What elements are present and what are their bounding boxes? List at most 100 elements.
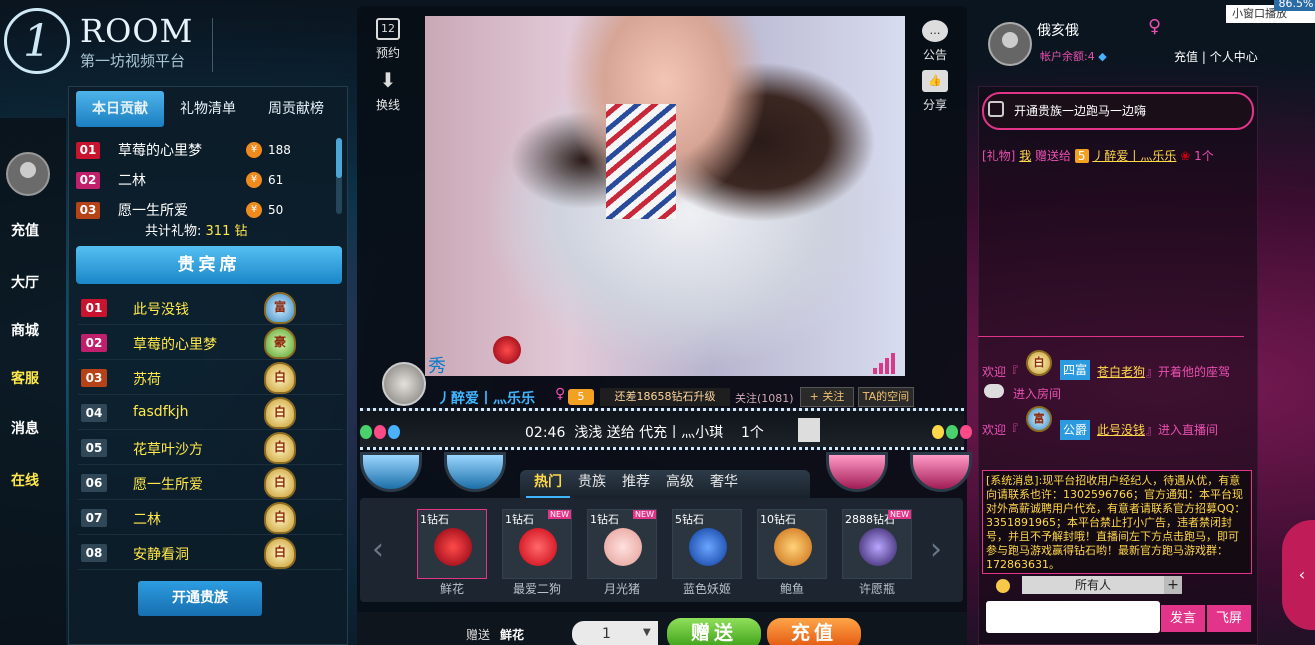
gift-tab-advanced[interactable]: 高级	[658, 470, 702, 498]
brand-logo[interactable]: 1 ROOM 第一坊视频平台	[0, 0, 220, 85]
vip-number: 06	[81, 474, 107, 492]
recharge-button[interactable]: 充值	[767, 618, 861, 645]
balance-text: 帐户余额:4	[1040, 50, 1095, 63]
thumbs-up-icon: 👍	[922, 70, 948, 92]
gift-item[interactable]: 1钻石 NEW	[502, 509, 572, 579]
gift-tab-recommend[interactable]: 推荐	[614, 470, 658, 498]
book-button[interactable]: 12 预约	[368, 18, 408, 61]
personal-center-link[interactable]: 个人中心	[1210, 50, 1258, 64]
nav-lobby[interactable]: 大厅	[0, 272, 50, 292]
vip-number: 03	[81, 369, 107, 387]
host-avatar[interactable]	[382, 362, 426, 406]
chevron-left-icon[interactable]: ‹	[372, 532, 384, 567]
gift-tabs: 热门 贵族 推荐 高级 奢华	[520, 470, 810, 498]
tab-gift-list[interactable]: 礼物清单	[164, 91, 252, 127]
ranking-tabs: 本日贡献 礼物清单 周贡献榜	[76, 91, 340, 127]
user-links: 充值 | 个人中心	[1174, 50, 1258, 64]
rose-icon	[434, 528, 472, 566]
system-message: [系统消息]:现平台招收用户经纪人，待遇从优，有意向请联系也许：13025967…	[982, 470, 1252, 574]
gift-item[interactable]: 10钻石	[757, 509, 827, 579]
chat-verb: 赠送给	[1035, 149, 1072, 163]
zoom-level: 86.5%	[1274, 0, 1315, 11]
switch-line-button[interactable]: ⬇ 换线	[368, 70, 408, 113]
notice-button[interactable]: … 公告	[915, 20, 955, 63]
ta-space-button[interactable]: TA的空间	[858, 387, 914, 407]
video-scarf	[606, 104, 676, 219]
gift-item[interactable]: 1钻石 NEW	[587, 509, 657, 579]
abalone-icon	[774, 528, 812, 566]
chat-receiver[interactable]: 丿醉爱丨灬乐乐	[1092, 149, 1176, 163]
add-target-button[interactable]: +	[1164, 576, 1182, 594]
gift-item[interactable]: 2888钻石 NEW	[842, 509, 912, 579]
pig-icon	[604, 528, 642, 566]
vip-row[interactable]: 04 fasdfkjh 白	[78, 395, 343, 430]
gift-item[interactable]: 5钻石	[672, 509, 742, 579]
chat-input[interactable]	[986, 601, 1160, 633]
nav-recharge[interactable]: 充值	[0, 220, 50, 240]
my-avatar[interactable]	[988, 22, 1032, 66]
rank-number: 02	[76, 172, 100, 189]
arrow-down-icon: ⬇	[379, 68, 397, 92]
host-name[interactable]: 丿醉爱丨灬乐乐	[437, 388, 535, 408]
heart-icon	[519, 528, 557, 566]
nav-online[interactable]: 在线	[0, 470, 50, 490]
rank-name: 愿一生所爱	[118, 203, 188, 219]
vip-name: fasdfkjh	[133, 404, 189, 420]
vip-row[interactable]: 07 二林 白	[78, 500, 343, 535]
gift-tab-hot[interactable]: 热门	[526, 470, 570, 498]
rank-row[interactable]: 01 草莓的心里梦 ¥ 188	[76, 138, 336, 168]
emoji-icon[interactable]	[996, 579, 1010, 593]
welcome-user[interactable]: 苍白老狗	[1097, 364, 1145, 380]
rank-name: 草莓的心里梦	[118, 143, 202, 159]
vip-row[interactable]: 06 愿一生所爱 白	[78, 465, 343, 500]
rank-number: 03	[76, 202, 100, 219]
notice-label: 公告	[922, 48, 947, 62]
gift-item[interactable]: 1钻石	[417, 509, 487, 579]
vip-row[interactable]: 05 花草叶沙方 白	[78, 430, 343, 465]
speech-bubble-icon: …	[922, 20, 948, 42]
tab-week-contribution[interactable]: 周贡献榜	[252, 91, 340, 127]
brand-title: ROOM	[80, 12, 194, 50]
rank-chip: 四富	[1060, 360, 1090, 380]
vip-row[interactable]: 02 草莓的心里梦 豪	[78, 325, 343, 360]
coin-icon: ¥	[246, 172, 262, 188]
xiu-label: 秀	[428, 356, 446, 377]
welcome-line2: 进入房间	[1013, 387, 1062, 401]
gift-tab-noble[interactable]: 贵族	[570, 470, 614, 498]
chat-sender[interactable]: 我	[1019, 149, 1031, 163]
follow-button[interactable]: + 关注	[800, 387, 854, 407]
new-badge: NEW	[548, 510, 571, 519]
vip-name: 二林	[133, 512, 161, 528]
nav-mall[interactable]: 商城	[0, 320, 50, 340]
vip-row[interactable]: 01 此号没钱 富	[78, 290, 343, 325]
rank-badge-icon: 白	[264, 362, 296, 394]
chat-target-select[interactable]: 所有人	[1022, 576, 1164, 594]
share-button[interactable]: 👍 分享	[915, 70, 955, 113]
fly-screen-button[interactable]: 飞屏	[1207, 605, 1251, 632]
recharge-link[interactable]: 充值	[1174, 50, 1198, 64]
side-pull-tab[interactable]: ‹	[1282, 520, 1315, 630]
caret-down-icon[interactable]: ▼	[643, 627, 651, 638]
vip-row[interactable]: 03 苏荷 白	[78, 360, 343, 395]
send-message-button[interactable]: 发言	[1161, 605, 1205, 632]
send-gift-button[interactable]: 赠送	[667, 618, 761, 645]
gift-tab-luxury[interactable]: 奢华	[702, 470, 746, 498]
rank-badge-icon: 白	[264, 397, 296, 429]
gift-name: 许愿瓶	[858, 582, 895, 596]
user-avatar[interactable]	[6, 152, 50, 196]
welcome-user[interactable]: 此号没钱	[1097, 422, 1145, 438]
rank-row[interactable]: 02 二林 ¥ 61	[76, 168, 336, 198]
follow-count: 关注(1081)	[735, 392, 794, 405]
nav-message[interactable]: 消息	[0, 418, 50, 438]
announce-bar[interactable]: 开通贵族一边跑马一边嗨	[982, 92, 1254, 130]
open-clan-button[interactable]: 开通贵族	[138, 581, 262, 616]
rank-badge-icon: 富	[264, 292, 296, 324]
rank-scrollbar[interactable]	[336, 138, 342, 214]
vip-row[interactable]: 08 安静看洞 白	[78, 535, 343, 570]
car-icon	[984, 384, 1004, 398]
nav-service[interactable]: 客服	[0, 368, 50, 388]
chevron-right-icon[interactable]: ›	[930, 532, 942, 567]
tab-today-contribution[interactable]: 本日贡献	[76, 91, 164, 127]
vip-number: 05	[81, 439, 107, 457]
rank-badge-icon: 白	[264, 432, 296, 464]
